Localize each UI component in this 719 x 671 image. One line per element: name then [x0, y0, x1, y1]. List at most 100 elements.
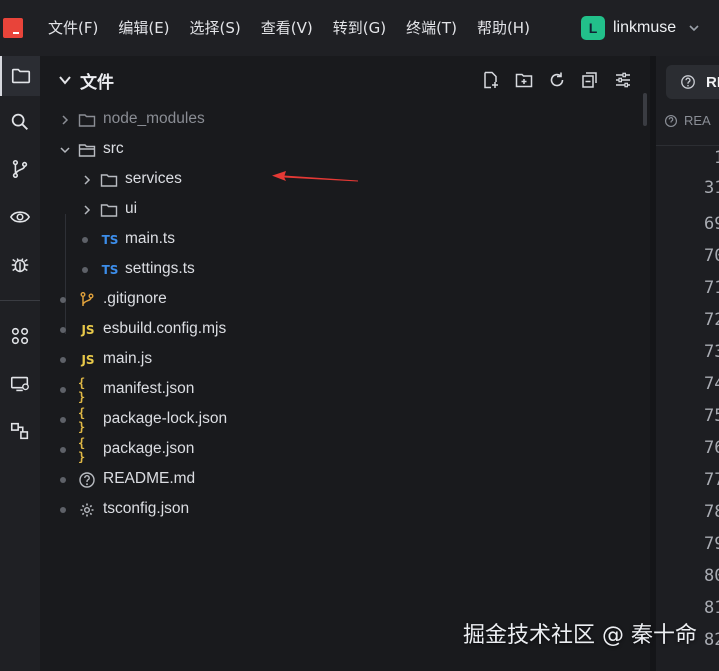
tree-item-label: services: [125, 170, 182, 187]
file-dot: [82, 267, 88, 273]
line-number: 82: [704, 630, 719, 650]
new-folder-button[interactable]: [513, 69, 535, 91]
filter-settings-button[interactable]: [612, 69, 634, 91]
menu-go[interactable]: 转到(G): [323, 0, 396, 56]
menu-help[interactable]: 帮助(H): [467, 0, 540, 56]
search-icon: [11, 113, 28, 130]
editor-tab-readme[interactable]: RI: [666, 65, 719, 99]
tree-item-settings-ts[interactable]: TS settings.ts: [40, 255, 650, 285]
folder-icon: [100, 174, 118, 187]
sticky-header-divider: [656, 145, 719, 146]
tree-item-label: .gitignore: [103, 290, 167, 307]
workspace-switcher[interactable]: L linkmuse: [581, 15, 700, 41]
activity-bar: [0, 56, 40, 671]
javascript-icon: JS: [81, 323, 95, 337]
activity-structure[interactable]: [0, 411, 40, 451]
chevron-right-icon: [84, 205, 91, 215]
activity-divider: [0, 300, 40, 301]
remote-monitor-icon: [10, 376, 29, 392]
info-question-icon: [79, 472, 95, 488]
tree-item-node-modules[interactable]: node_modules: [40, 105, 650, 135]
tree-item-label: main.ts: [125, 230, 175, 247]
file-dot: [60, 297, 66, 303]
line-number: 72: [704, 310, 719, 330]
menu-file[interactable]: 文件(F): [38, 0, 108, 56]
collapse-all-button[interactable]: [579, 69, 601, 91]
file-dot: [60, 447, 66, 453]
annotation-arrow-icon: [272, 171, 358, 182]
tree-item-readme[interactable]: README.md: [40, 465, 650, 495]
tree-item-package-json[interactable]: { } package.json: [40, 435, 650, 465]
tree-item-label: main.js: [103, 350, 153, 367]
editor-tab-label: RI: [706, 73, 719, 91]
explorer-title: 文件: [80, 73, 114, 93]
activity-extensions[interactable]: [0, 316, 40, 356]
line-number: 75: [704, 406, 719, 426]
tree-item-src[interactable]: src: [40, 135, 650, 165]
chevron-right-icon: [62, 115, 69, 125]
tree-item-label: node_modules: [103, 110, 205, 127]
line-number: 73: [704, 342, 719, 362]
line-number: 31: [704, 178, 719, 198]
menu-selection[interactable]: 选择(S): [180, 0, 251, 56]
gear-icon: [80, 503, 94, 517]
file-dot: [60, 387, 66, 393]
typescript-icon: TS: [101, 233, 119, 247]
folder-icon: [78, 114, 96, 127]
chevron-right-icon: [84, 175, 91, 185]
chevron-down-icon: [60, 147, 70, 154]
activity-run[interactable]: [0, 197, 40, 237]
editor-area: RI REA 1 31 69 70 71 72 73 74 75 76 77 7…: [656, 56, 719, 671]
activity-source-control[interactable]: [0, 149, 40, 189]
line-number: 69: [704, 214, 719, 234]
tree-item-gitignore[interactable]: .gitignore: [40, 285, 650, 315]
file-dot: [60, 507, 66, 513]
extensions-icon: [11, 327, 29, 345]
breadcrumb[interactable]: REA: [664, 113, 711, 128]
file-dot: [60, 477, 66, 483]
chevron-down-icon: [689, 25, 699, 32]
file-dot: [60, 327, 66, 333]
new-file-button[interactable]: [480, 69, 502, 91]
folder-open-icon: [78, 144, 96, 157]
tree-item-label: settings.ts: [125, 260, 195, 277]
menu-view[interactable]: 查看(V): [251, 0, 323, 56]
tree-item-label: ui: [125, 200, 138, 217]
activity-search[interactable]: [0, 102, 40, 142]
json-icon: { }: [78, 376, 86, 404]
line-number: 74: [704, 374, 719, 394]
tree-item-main-js[interactable]: JS main.js: [40, 345, 650, 375]
line-number: 78: [704, 502, 719, 522]
collapse-all-icon: [582, 72, 597, 88]
chevron-down-icon[interactable]: [58, 73, 72, 87]
file-dot: [60, 417, 66, 423]
typescript-icon: TS: [101, 263, 119, 277]
tree-item-esbuild-config[interactable]: JS esbuild.config.mjs: [40, 315, 650, 345]
line-number: 77: [704, 470, 719, 490]
tree-item-package-lock-json[interactable]: { } package-lock.json: [40, 405, 650, 435]
main-menu: 文件(F) 编辑(E) 选择(S) 查看(V) 转到(G) 终端(T) 帮助(H…: [38, 0, 540, 56]
tree-item-tsconfig[interactable]: tsconfig.json: [40, 495, 650, 525]
activity-debug[interactable]: [0, 245, 40, 285]
info-question-icon: [664, 114, 678, 127]
line-number: 80: [704, 566, 719, 586]
tree-item-label: esbuild.config.mjs: [103, 320, 227, 337]
menu-terminal[interactable]: 终端(T): [396, 0, 467, 56]
tree-item-label: README.md: [103, 470, 196, 487]
activity-explorer[interactable]: [0, 56, 40, 96]
menu-edit[interactable]: 编辑(E): [108, 0, 179, 56]
tree-item-main-ts[interactable]: TS main.ts: [40, 225, 650, 255]
info-question-icon: [681, 75, 695, 89]
tree-item-ui[interactable]: ui: [40, 195, 650, 225]
structure-icon: [10, 422, 29, 440]
source-control-icon: [12, 159, 28, 179]
activity-remote[interactable]: [0, 364, 40, 404]
new-folder-icon: [515, 73, 533, 88]
bug-icon: [11, 258, 29, 273]
line-number: 70: [704, 246, 719, 266]
file-dot: [60, 357, 66, 363]
tree-item-label: manifest.json: [103, 380, 195, 397]
tree-item-manifest-json[interactable]: { } manifest.json: [40, 375, 650, 405]
refresh-button[interactable]: [546, 69, 568, 91]
files-icon: [11, 68, 31, 84]
